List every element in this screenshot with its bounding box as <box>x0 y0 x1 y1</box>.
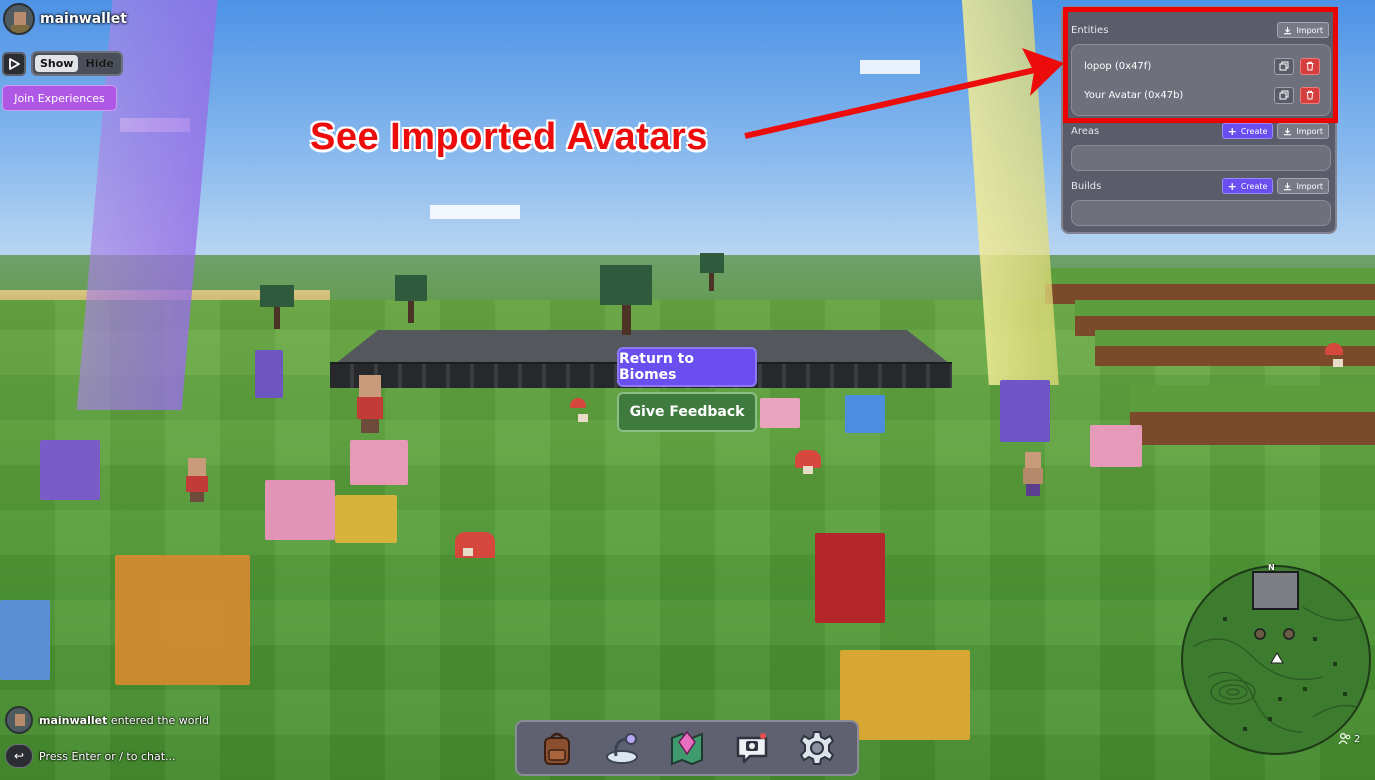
chat-input[interactable]: ↩ Press Enter or / to chat... <box>5 744 176 768</box>
player-count-value: 2 <box>1354 733 1361 745</box>
pet-button[interactable] <box>598 724 646 772</box>
north-indicator: N <box>1268 563 1275 572</box>
players-icon <box>1338 733 1351 745</box>
map-button[interactable] <box>663 724 711 772</box>
camera-icon <box>736 733 768 764</box>
backpack-icon <box>544 732 571 765</box>
self-marker <box>1270 652 1284 664</box>
player-marker <box>1283 628 1295 640</box>
player-count: 2 <box>1338 733 1360 745</box>
chat-author: mainwallet <box>39 713 108 727</box>
platform-marker <box>1252 571 1299 610</box>
annotation-label: See Imported Avatars <box>310 116 708 158</box>
chat-message: mainwallet entered the world <box>5 706 209 734</box>
chat-text: entered the world <box>110 713 210 727</box>
camera-button[interactable] <box>728 724 776 772</box>
enter-key-icon: ↩ <box>5 744 33 768</box>
map-icon <box>670 730 703 766</box>
avatar <box>5 706 33 734</box>
minimap[interactable] <box>1181 565 1371 755</box>
pet-icon <box>606 733 639 764</box>
settings-icon <box>799 731 834 765</box>
chat-prompt: Press Enter or / to chat... <box>39 749 176 763</box>
player-marker <box>1254 628 1266 640</box>
minimap-terrain <box>1192 571 1369 733</box>
settings-button[interactable] <box>793 724 841 772</box>
bottom-toolbar <box>515 720 859 776</box>
backpack-button[interactable] <box>533 724 581 772</box>
